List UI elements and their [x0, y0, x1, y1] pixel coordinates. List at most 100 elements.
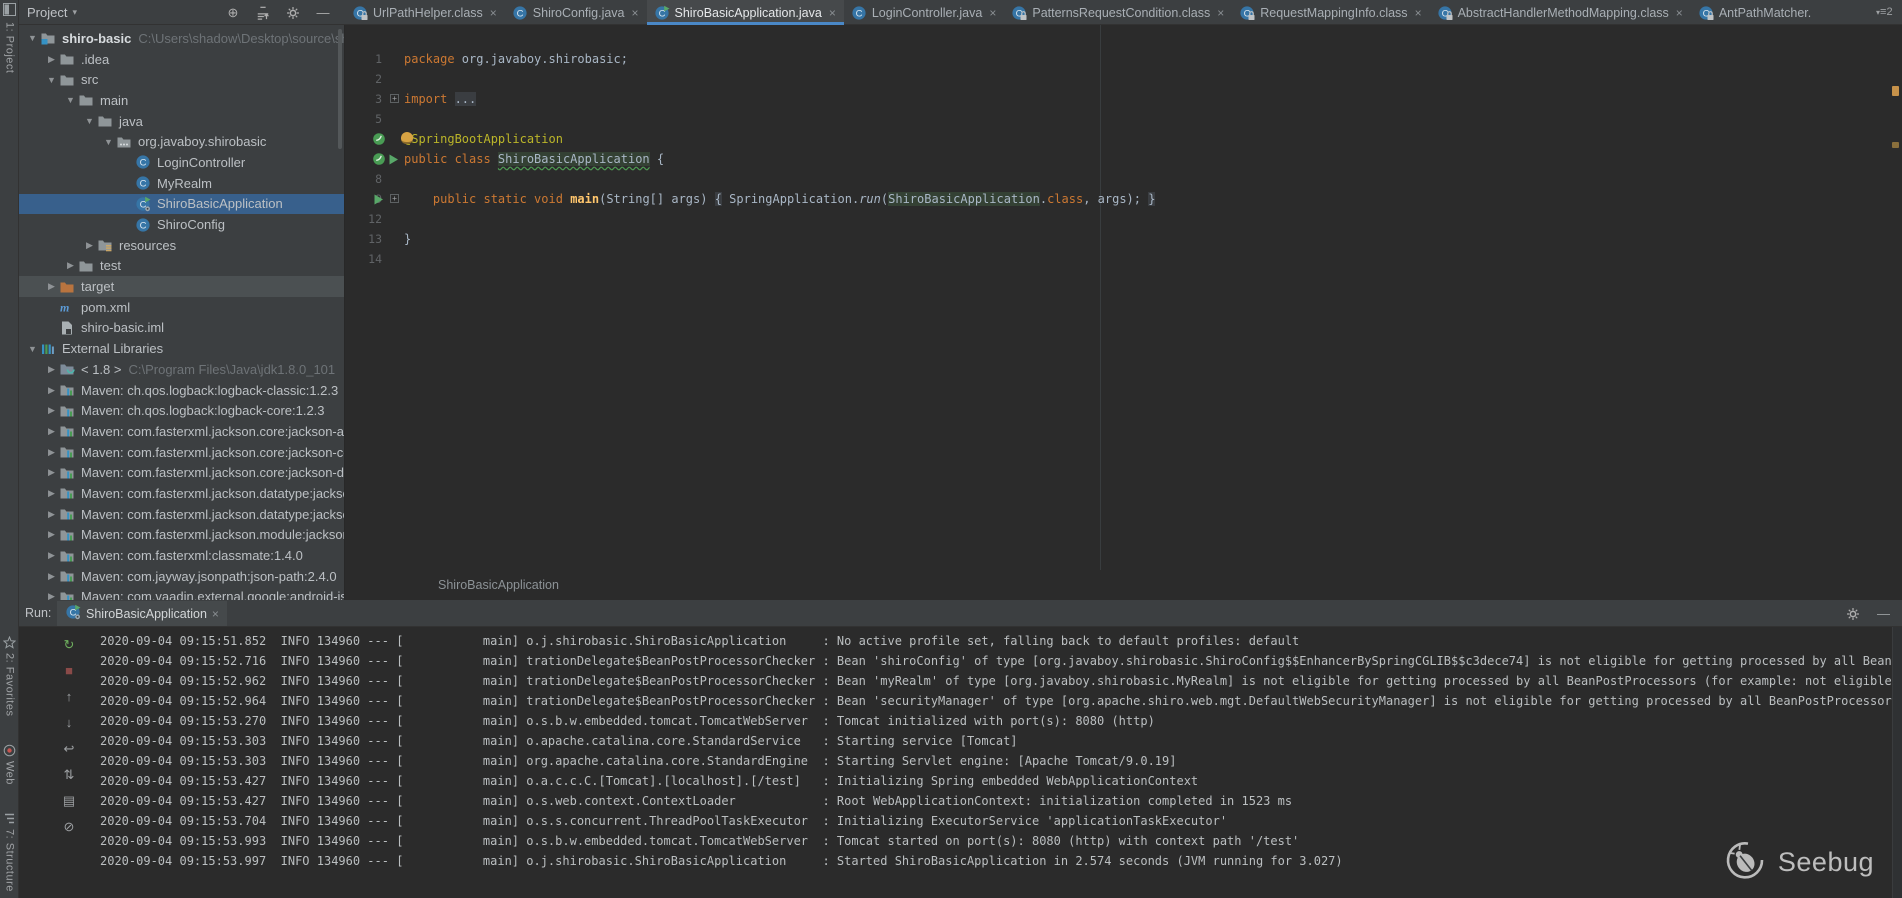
editor-tab-patternsrequestcondition-class[interactable]: CPatternsRequestCondition.class×	[1004, 0, 1232, 25]
tree-row-maven-com-fasterxml-classmate-1-4-0[interactable]: ▶Maven: com.fasterxml:classmate:1.4.0	[19, 545, 344, 566]
tree-row-maven-com-vaadin-external-google-android-js[interactable]: ▶Maven: com.vaadin.external.google:andro…	[19, 587, 344, 600]
code-line-14[interactable]: 14	[346, 249, 1902, 269]
editor-tab-logincontroller-java[interactable]: CLoginController.java×	[844, 0, 1005, 25]
tree-expand-arrow[interactable]: ▶	[44, 550, 59, 561]
close-icon[interactable]: ×	[212, 607, 219, 621]
code-editor[interactable]: 1package org.javaboy.shirobasic;23+impor…	[346, 25, 1902, 600]
tree-expand-arrow[interactable]: ▼	[25, 344, 40, 354]
code-line-8[interactable]: 8	[346, 169, 1902, 189]
spring-bean-icon[interactable]	[372, 132, 386, 146]
breadcrumb[interactable]: ShiroBasicApplication	[438, 578, 559, 592]
tree-expand-arrow[interactable]: ▶	[63, 260, 78, 271]
close-icon[interactable]: ×	[1217, 6, 1224, 20]
tree-row-pom-xml[interactable]: mpom.xml	[19, 297, 344, 318]
code-line-5[interactable]: 5	[346, 109, 1902, 129]
console-log-output[interactable]: 2020-09-04 09:15:51.852 INFO 134960 --- …	[19, 627, 1902, 898]
strip-item--structure[interactable]: 7: Structure	[0, 812, 19, 892]
fold-marker-icon[interactable]: +	[390, 94, 399, 103]
tree-expand-arrow[interactable]: ▼	[44, 75, 59, 85]
tree-expand-arrow[interactable]: ▶	[44, 467, 59, 478]
hidden-tabs-dropdown[interactable]: ▾≡2	[1876, 3, 1900, 21]
editor-tab-shiroconfig-java[interactable]: CShiroConfig.java×	[505, 0, 647, 25]
code-line-13[interactable]: 13}	[346, 229, 1902, 249]
tree-expand-arrow[interactable]: ▶	[44, 281, 59, 292]
tree-row-src[interactable]: ▼src	[19, 69, 344, 90]
code-line-12[interactable]: 12	[346, 209, 1902, 229]
tree-expand-arrow[interactable]: ▶	[44, 488, 59, 499]
spring-bean-icon[interactable]	[372, 152, 386, 166]
run-arrow-icon[interactable]	[387, 152, 401, 166]
tree-row-maven-ch-qos-logback-logback-classic-1-2-3[interactable]: ▶Maven: ch.qos.logback:logback-classic:1…	[19, 380, 344, 401]
strip-item--favorites[interactable]: 2: Favorites	[0, 636, 19, 716]
close-icon[interactable]: ×	[829, 6, 836, 20]
run-arrow-icon[interactable]	[372, 192, 386, 206]
editor-tab-urlpathhelper-class[interactable]: CUrlPathHelper.class×	[345, 0, 505, 25]
tree-expand-arrow[interactable]: ▼	[25, 33, 40, 43]
tree-row-shiro-basic-iml[interactable]: shiro-basic.iml	[19, 318, 344, 339]
run-configuration-tab[interactable]: C ShiroBasicApplication ×	[57, 601, 227, 626]
tree-row-maven-com-fasterxml-jackson-core-jackson-core-2-9-9[interactable]: ▶Maven: com.fasterxml.jackson.core:jacks…	[19, 442, 344, 463]
console-scrollbar[interactable]	[1892, 627, 1902, 898]
code-line-7[interactable]: 7public class ShiroBasicApplication {	[346, 149, 1902, 169]
editor-tab-requestmappinginfo-class[interactable]: CRequestMappingInfo.class×	[1232, 0, 1429, 25]
tree-expand-arrow[interactable]: ▶	[44, 571, 59, 582]
tree-expand-arrow[interactable]: ▶	[44, 385, 59, 396]
tree-expand-arrow[interactable]: ▼	[82, 116, 97, 126]
close-icon[interactable]: ×	[989, 6, 996, 20]
tree-row-shiroconfig[interactable]: CShiroConfig	[19, 214, 344, 235]
tree-row-myrealm[interactable]: CMyRealm	[19, 173, 344, 194]
error-stripe-mark[interactable]	[1892, 142, 1899, 148]
editor-tab-abstracthandlermethodmapping-class[interactable]: CAbstractHandlerMethodMapping.class×	[1430, 0, 1691, 25]
tree-row-logincontroller[interactable]: CLoginController	[19, 152, 344, 173]
tree-expand-arrow[interactable]: ▶	[44, 364, 59, 375]
tree-expand-arrow[interactable]: ▶	[44, 591, 59, 600]
code-line-9[interactable]: 9+ public static void main(String[] args…	[346, 189, 1902, 209]
fold-marker-icon[interactable]: +	[390, 194, 399, 203]
error-stripe-mark[interactable]	[1892, 86, 1899, 96]
tree-row-external-libraries[interactable]: ▼External Libraries	[19, 338, 344, 359]
locate-icon[interactable]: ⊕	[225, 5, 241, 21]
tree-row-shiro-basic[interactable]: ▼shiro-basicC:\Users\shadow\Desktop\sour…	[19, 28, 344, 49]
tree-row-main[interactable]: ▼main	[19, 90, 344, 111]
intention-bulb-icon[interactable]	[401, 132, 413, 144]
tree-expand-arrow[interactable]: ▶	[44, 509, 59, 520]
tree-row-maven-com-fasterxml-jackson-core-jackson-databind-2-9[interactable]: ▶Maven: com.fasterxml.jackson.core:jacks…	[19, 462, 344, 483]
tree-row-maven-ch-qos-logback-logback-core-1-2-3[interactable]: ▶Maven: ch.qos.logback:logback-core:1.2.…	[19, 400, 344, 421]
settings-icon[interactable]	[1844, 605, 1861, 622]
hide-panel-icon[interactable]: —	[315, 5, 331, 21]
tree-expand-arrow[interactable]: ▶	[44, 426, 59, 437]
tree-row-java[interactable]: ▼java	[19, 111, 344, 132]
tool-window-icon[interactable]	[3, 3, 16, 21]
tree-expand-arrow[interactable]: ▶	[82, 240, 97, 251]
tree-row-maven-com-fasterxml-jackson-datatype-jackson-datatype[interactable]: ▶Maven: com.fasterxml.jackson.datatype:j…	[19, 504, 344, 525]
code-line-1[interactable]: 1package org.javaboy.shirobasic;	[346, 49, 1902, 69]
tree-row-maven-com-fasterxml-jackson-module-jackson-module-par[interactable]: ▶Maven: com.fasterxml.jackson.module:jac…	[19, 525, 344, 546]
collapse-all-icon[interactable]	[255, 5, 271, 21]
editor-tab-shirobasicapplication-java[interactable]: CShiroBasicApplication.java×	[647, 0, 844, 25]
tree-row-test[interactable]: ▶test	[19, 256, 344, 277]
strip-item-project[interactable]: 1: Project	[0, 22, 19, 73]
tree-scrollbar[interactable]	[338, 29, 342, 149]
tree-expand-arrow[interactable]: ▼	[101, 137, 116, 147]
tree-expand-arrow[interactable]: ▶	[44, 529, 59, 540]
close-icon[interactable]: ×	[632, 6, 639, 20]
chevron-down-icon[interactable]: ▾	[72, 7, 77, 18]
tree-row-maven-com-fasterxml-jackson-datatype-jackson-datatype[interactable]: ▶Maven: com.fasterxml.jackson.datatype:j…	[19, 483, 344, 504]
code-line-6[interactable]: 6@SpringBootApplication	[346, 129, 1902, 149]
settings-icon[interactable]	[285, 5, 301, 21]
code-line-3[interactable]: 3+import ...	[346, 89, 1902, 109]
close-icon[interactable]: ×	[1415, 6, 1422, 20]
close-icon[interactable]: ×	[1676, 6, 1683, 20]
tree-row-maven-com-jayway-jsonpath-json-path-2-4-0[interactable]: ▶Maven: com.jayway.jsonpath:json-path:2.…	[19, 566, 344, 587]
project-panel-title[interactable]: Project	[27, 5, 67, 20]
tree-row-resources[interactable]: ▶resources	[19, 235, 344, 256]
strip-item-web[interactable]: Web	[0, 744, 19, 785]
tree-row-1-8[interactable]: ▶< 1.8 >C:\Program Files\Java\jdk1.8.0_1…	[19, 359, 344, 380]
tree-row-idea[interactable]: ▶.idea	[19, 49, 344, 70]
tree-row-shirobasicapplication[interactable]: CShiroBasicApplication	[19, 194, 344, 215]
tree-expand-arrow[interactable]: ▶	[44, 405, 59, 416]
tree-expand-arrow[interactable]: ▼	[63, 95, 78, 105]
tree-expand-arrow[interactable]: ▶	[44, 54, 59, 65]
code-line-2[interactable]: 2	[346, 69, 1902, 89]
tree-row-org-javaboy-shirobasic[interactable]: ▼org.javaboy.shirobasic	[19, 131, 344, 152]
